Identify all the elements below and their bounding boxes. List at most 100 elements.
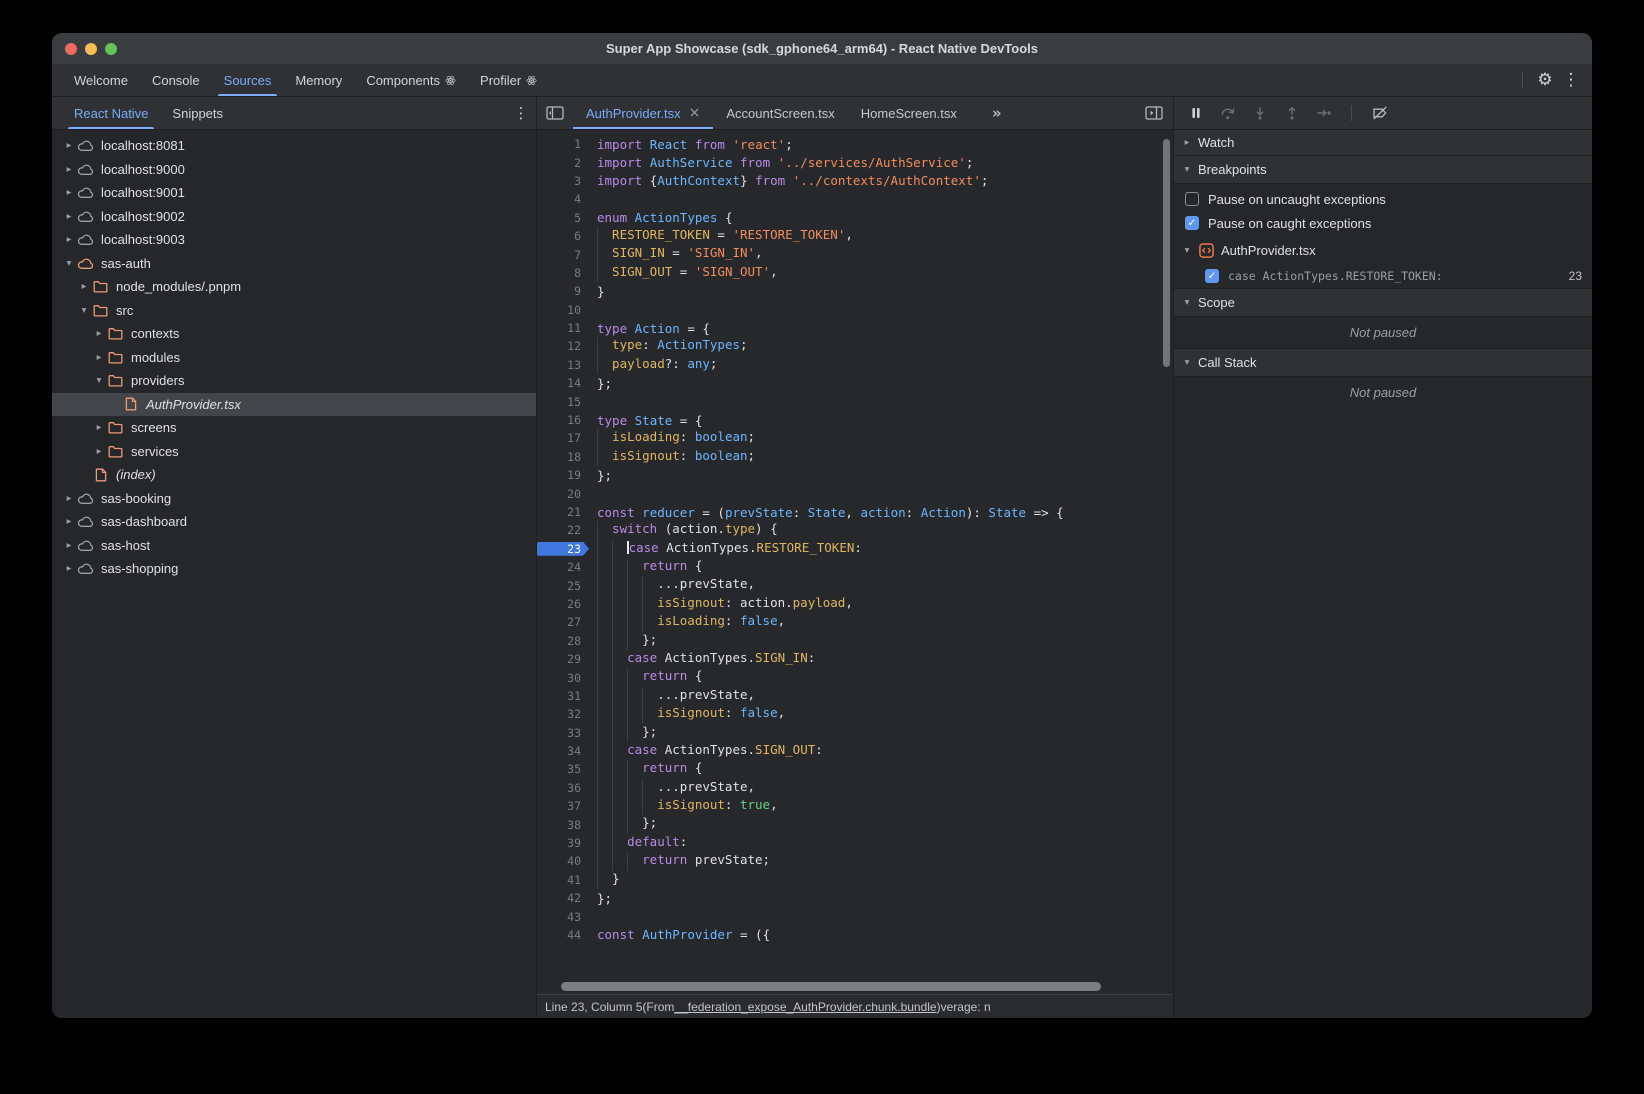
line-number[interactable]: 18 <box>537 450 581 464</box>
watch-section-header[interactable]: ▸ Watch <box>1174 130 1592 156</box>
tree-item-contexts[interactable]: ▸contexts <box>52 322 536 346</box>
settings-gear-icon[interactable]: ⚙ <box>1532 67 1558 93</box>
tree-item--index-[interactable]: (index) <box>52 463 536 487</box>
line-number[interactable]: 8 <box>537 266 581 280</box>
code-line-text[interactable]: import React from 'react'; <box>581 137 793 152</box>
line-number[interactable]: 13 <box>537 358 581 372</box>
chevron-down-icon[interactable]: ▾ <box>92 375 106 386</box>
code-line-text[interactable]: ...prevState, <box>581 779 755 797</box>
code-line-text[interactable]: case ActionTypes.SIGN_OUT: <box>581 742 823 760</box>
line-number[interactable]: 43 <box>537 910 581 924</box>
line-number[interactable]: 42 <box>537 891 581 905</box>
line-number[interactable]: 2 <box>537 156 581 170</box>
code-line-text[interactable]: payload?: any; <box>581 356 717 374</box>
tree-item-node-modules-pnpm[interactable]: ▸node_modules/.pnpm <box>52 275 536 299</box>
step-over-icon[interactable] <box>1214 100 1241 126</box>
breakpoints-section-header[interactable]: ▾ Breakpoints <box>1174 156 1592 184</box>
code-line-text[interactable]: isLoading: boolean; <box>581 429 755 447</box>
panel-tab-components[interactable]: Components <box>354 64 468 96</box>
code-line-text[interactable]: isSignout: action.payload, <box>581 595 853 613</box>
code-line-text[interactable]: const reducer = (prevState: State, actio… <box>581 505 1064 520</box>
panel-tab-console[interactable]: Console <box>140 64 212 96</box>
line-number[interactable]: 26 <box>537 597 581 611</box>
tree-item-sas-auth[interactable]: ▾sas-auth <box>52 252 536 276</box>
tree-item-services[interactable]: ▸services <box>52 440 536 464</box>
line-number[interactable]: 32 <box>537 707 581 721</box>
line-number[interactable]: 29 <box>537 652 581 666</box>
code-line-text[interactable]: case ActionTypes.RESTORE_TOKEN: <box>581 540 862 558</box>
pause-script-icon[interactable] <box>1182 100 1209 126</box>
tree-item-localhost-9003[interactable]: ▸localhost:9003 <box>52 228 536 252</box>
line-number[interactable]: 5 <box>537 211 581 225</box>
code-line-text[interactable]: isSignout: true, <box>581 797 778 815</box>
line-number[interactable]: 20 <box>537 487 581 501</box>
pause-option-pause-on-caught-exceptions[interactable]: ✓Pause on caught exceptions <box>1174 211 1592 235</box>
editor-tab-accountscreen-tsx[interactable]: AccountScreen.tsx <box>713 97 847 129</box>
call-stack-section-header[interactable]: ▾ Call Stack <box>1174 348 1592 377</box>
line-number[interactable]: 25 <box>537 579 581 593</box>
chevron-right-icon[interactable]: ▸ <box>62 140 76 151</box>
close-window-button[interactable] <box>65 43 77 55</box>
chevron-right-icon[interactable]: ▸ <box>62 164 76 175</box>
code-line-text[interactable]: return prevState; <box>581 852 770 870</box>
checkbox-unchecked[interactable] <box>1185 192 1199 206</box>
breakpoint-entry[interactable]: ✓case ActionTypes.RESTORE_TOKEN:23 <box>1174 263 1592 288</box>
line-number[interactable]: 24 <box>537 560 581 574</box>
code-line-text[interactable]: } <box>581 284 605 299</box>
tree-item-localhost-9001[interactable]: ▸localhost:9001 <box>52 181 536 205</box>
breakpoint-file-group[interactable]: ▾ AuthProvider.tsx <box>1174 238 1592 263</box>
tree-item-localhost-8081[interactable]: ▸localhost:8081 <box>52 134 536 158</box>
panel-tab-welcome[interactable]: Welcome <box>62 64 140 96</box>
line-number[interactable]: 16 <box>537 413 581 427</box>
hide-navigator-icon[interactable] <box>537 97 573 129</box>
tree-item-providers[interactable]: ▾providers <box>52 369 536 393</box>
navigator-menu-kebab-icon[interactable]: ⋮ <box>506 97 536 129</box>
code-line-text[interactable]: return { <box>581 668 702 686</box>
line-number[interactable]: 7 <box>537 248 581 262</box>
line-number[interactable]: 40 <box>537 854 581 868</box>
code-line-text[interactable]: }; <box>581 815 657 833</box>
line-number[interactable]: 37 <box>537 799 581 813</box>
line-number[interactable]: 30 <box>537 671 581 685</box>
chevron-right-icon[interactable]: ▸ <box>62 540 76 551</box>
line-number[interactable]: 36 <box>537 781 581 795</box>
code-line-text[interactable]: RESTORE_TOKEN = 'RESTORE_TOKEN', <box>581 227 853 245</box>
chevron-right-icon[interactable]: ▸ <box>62 234 76 245</box>
line-number[interactable]: 35 <box>537 762 581 776</box>
vertical-scrollbar-thumb[interactable] <box>1163 139 1170 367</box>
code-line-text[interactable]: }; <box>581 724 657 742</box>
code-line-text[interactable]: }; <box>581 632 657 650</box>
chevron-right-icon[interactable]: ▸ <box>62 493 76 504</box>
line-number[interactable]: 1 <box>537 137 581 151</box>
code-line-text[interactable]: isSignout: false, <box>581 705 785 723</box>
line-number[interactable]: 3 <box>537 174 581 188</box>
editor-tab-homescreen-tsx[interactable]: HomeScreen.tsx <box>848 97 970 129</box>
code-line-text[interactable]: SIGN_OUT = 'SIGN_OUT', <box>581 264 778 282</box>
line-number[interactable]: 28 <box>537 634 581 648</box>
code-line-text[interactable]: import {AuthContext} from '../contexts/A… <box>581 173 988 188</box>
code-line-text[interactable]: ...prevState, <box>581 576 755 594</box>
line-number[interactable]: 17 <box>537 431 581 445</box>
code-line-text[interactable]: } <box>581 871 620 889</box>
step-out-icon[interactable] <box>1278 100 1305 126</box>
line-number[interactable]: 31 <box>537 689 581 703</box>
line-number[interactable]: 9 <box>537 284 581 298</box>
chevron-right-icon[interactable]: ▸ <box>77 281 91 292</box>
close-tab-icon[interactable]: × <box>689 105 701 121</box>
code-line-text[interactable]: SIGN_IN = 'SIGN_IN', <box>581 245 763 263</box>
code-line-text[interactable]: enum ActionTypes { <box>581 210 733 225</box>
code-line-text[interactable]: default: <box>581 834 687 852</box>
code-line-text[interactable]: }; <box>581 468 612 483</box>
tree-item-sas-host[interactable]: ▸sas-host <box>52 534 536 558</box>
line-number[interactable]: 41 <box>537 873 581 887</box>
line-number[interactable]: 33 <box>537 726 581 740</box>
code-line-text[interactable]: switch (action.type) { <box>581 521 778 539</box>
tree-item-sas-shopping[interactable]: ▸sas-shopping <box>52 557 536 581</box>
tree-item-localhost-9000[interactable]: ▸localhost:9000 <box>52 158 536 182</box>
code-line-text[interactable]: type Action = { <box>581 321 710 336</box>
chevron-right-icon[interactable]: ▸ <box>92 422 106 433</box>
code-line-text[interactable]: return { <box>581 760 702 778</box>
main-menu-kebab-icon[interactable]: ⋮ <box>1558 67 1584 93</box>
code-viewport[interactable]: 1import React from 'react';2import AuthS… <box>537 130 1173 941</box>
checkbox-checked[interactable]: ✓ <box>1205 269 1219 283</box>
